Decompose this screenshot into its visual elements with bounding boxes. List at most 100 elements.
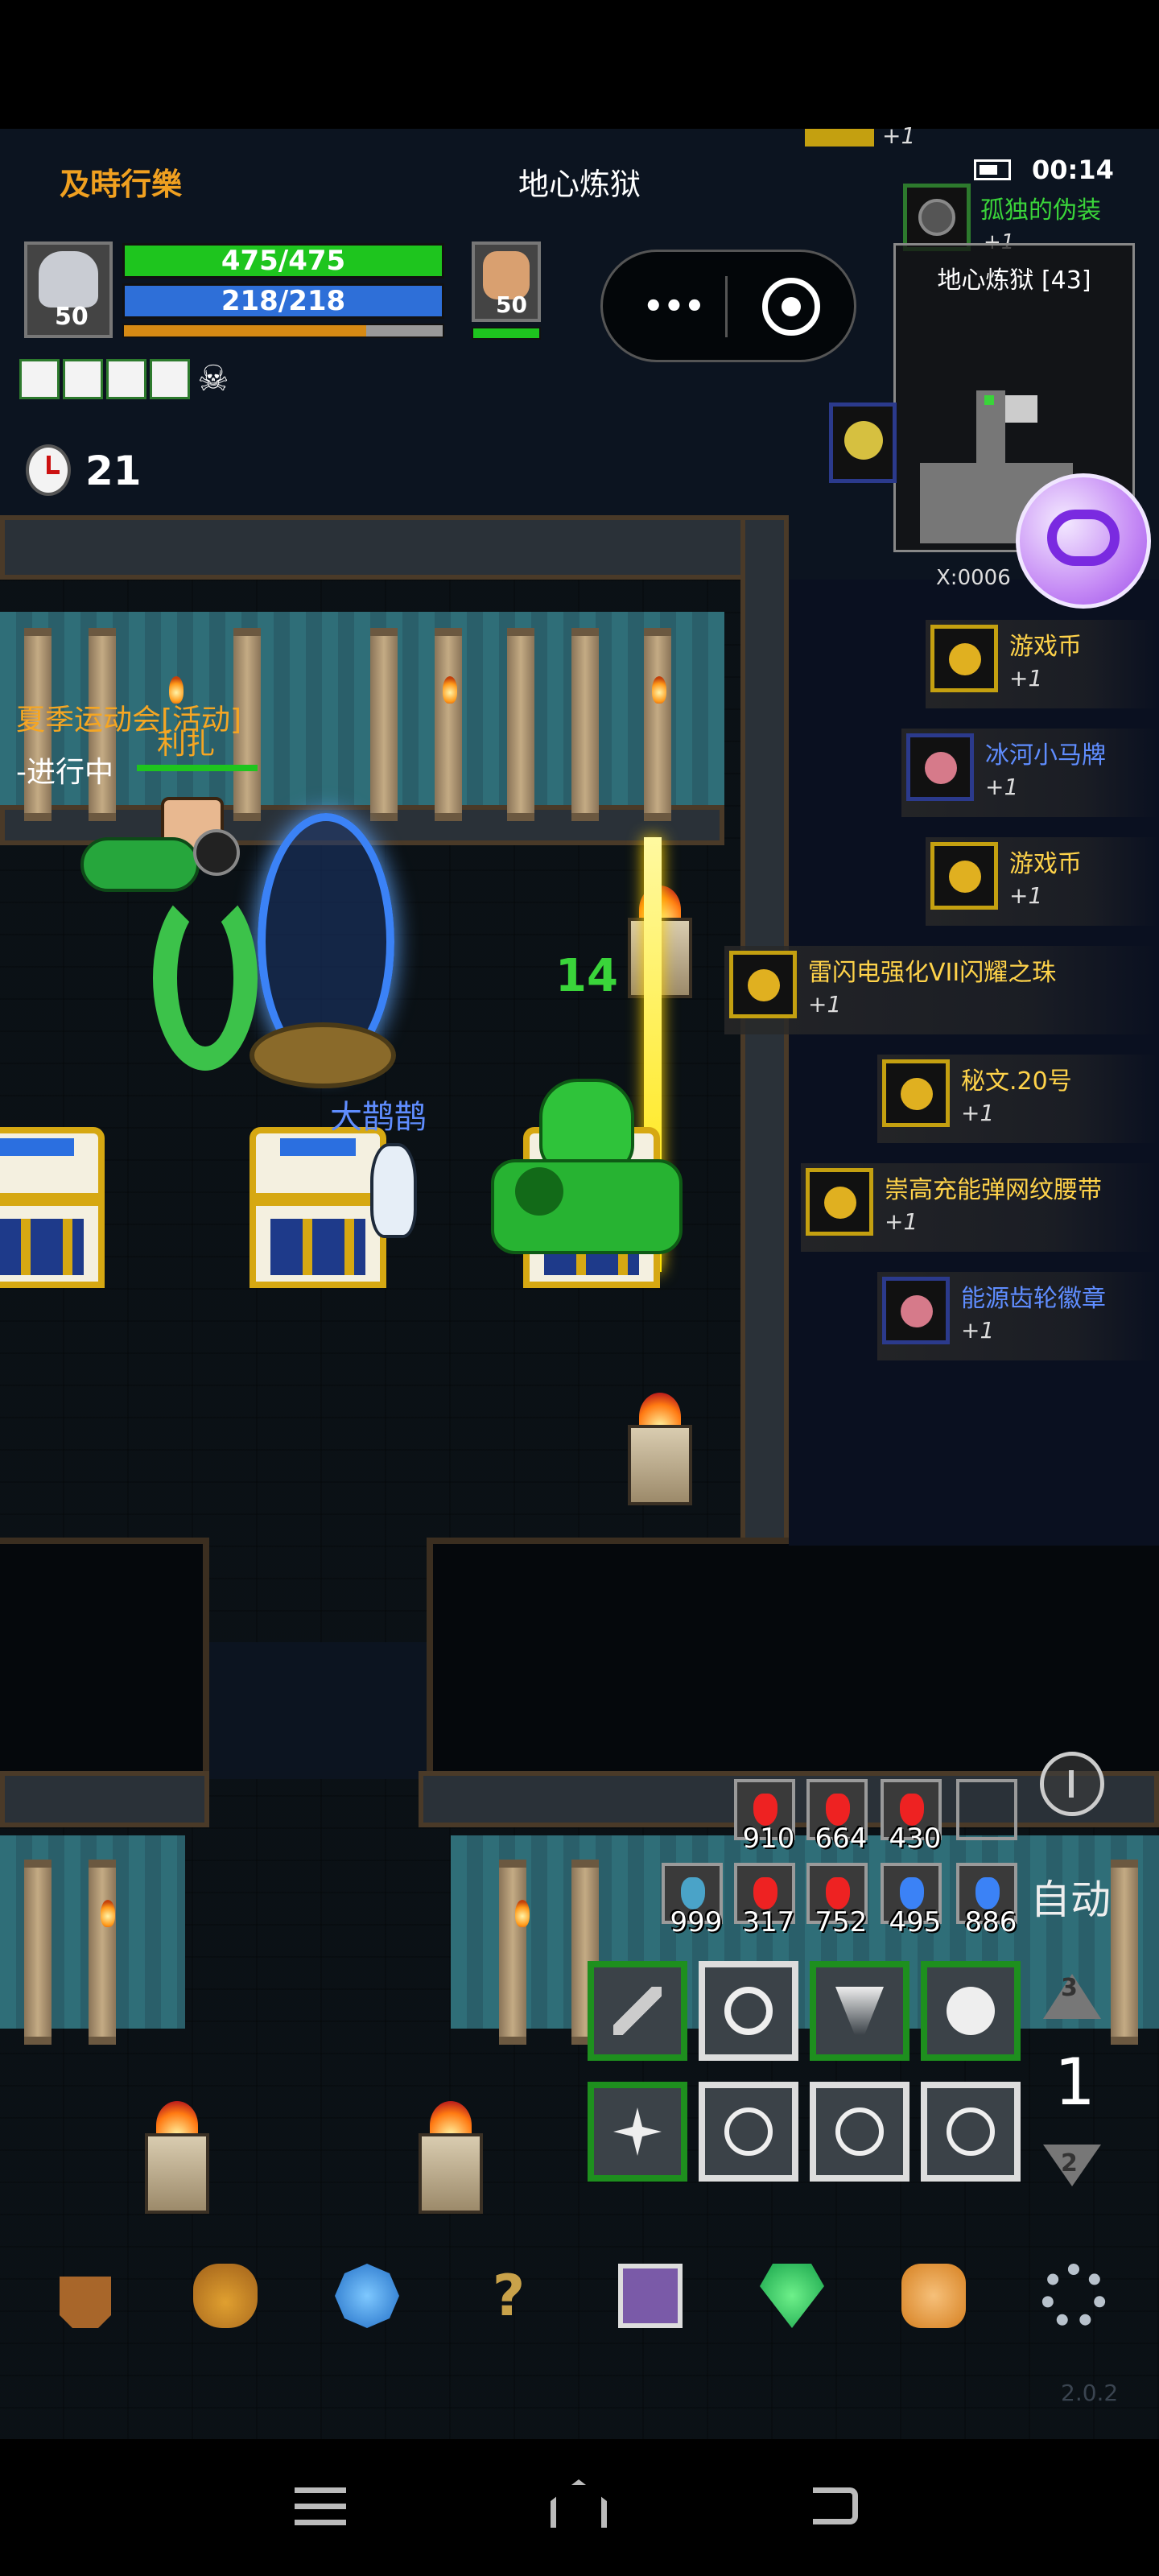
face-icon[interactable] (901, 2264, 966, 2328)
skill-orb[interactable] (921, 1961, 1021, 2061)
skillbook-icon[interactable] (618, 2264, 683, 2328)
pickup-name: 秘文.20号 (961, 1067, 1072, 1096)
belt-icon (806, 1168, 873, 1236)
potion-slot[interactable]: 999 (662, 1863, 723, 1938)
skull-buff-icon[interactable]: ☠ (193, 359, 233, 399)
damage-number: 14 (555, 950, 618, 1002)
player-character[interactable] (491, 1079, 683, 1264)
pet-name-label: 大鹊鹊 (330, 1099, 427, 1136)
location-title: 地心炼狱 (518, 167, 641, 202)
pillar (1111, 1860, 1138, 2045)
hp-bar: 475/475 (122, 243, 444, 279)
potion-count: 495 (889, 1906, 942, 1938)
pickup-name: 崇高充能弹网纹腰带 (885, 1176, 1102, 1204)
help-icon[interactable]: ? (476, 2264, 541, 2328)
pickup-count: +1 (961, 1317, 995, 1344)
skill-sword[interactable] (588, 1961, 687, 2061)
menu-icon[interactable] (290, 2475, 354, 2539)
skill-slot-empty[interactable] (699, 2082, 798, 2182)
xp-bar-fill (124, 325, 366, 336)
pickup-name: 雷闪电强化VII闪耀之珠 (808, 959, 1057, 987)
coin-icon (930, 842, 998, 910)
potion-count: 430 (889, 1823, 942, 1855)
pickup-count: +1 (985, 774, 1019, 800)
pickup-count: +1 (961, 1100, 995, 1126)
potion-icon (826, 1794, 850, 1826)
coin-icon (930, 625, 998, 692)
home-icon[interactable] (546, 2475, 610, 2539)
potion-icon (753, 1794, 777, 1826)
skill-burst[interactable] (588, 2082, 687, 2182)
mp-bar: 218/218 (122, 283, 444, 319)
potion-slot[interactable]: 317 (734, 1863, 795, 1938)
pillar (644, 628, 671, 821)
heart-buff-icon[interactable] (106, 359, 146, 399)
pillar (499, 1860, 526, 2045)
refresh-icon[interactable] (1040, 1752, 1104, 1816)
pillar (370, 628, 398, 821)
clock-time: 00:14 (1032, 155, 1114, 185)
skill-slot-empty[interactable] (921, 2082, 1021, 2182)
potion-icon (900, 1877, 924, 1909)
minimap-title: 地心炼狱 [43] (937, 266, 1091, 295)
potion-icon (826, 1877, 850, 1909)
gear-badge-icon (882, 1277, 950, 1344)
potion-slot[interactable]: 495 (881, 1863, 942, 1938)
skill-slot-empty[interactable] (810, 2082, 909, 2182)
pickup-item: 游戏币 +1 (926, 620, 1159, 708)
pickup-name: 游戏币 (1009, 633, 1082, 661)
quest-status: -进行中 (16, 756, 113, 789)
pickup-item: 游戏币 +1 (926, 837, 1159, 926)
skill-tornado[interactable] (810, 1961, 909, 2061)
blue-portal[interactable] (250, 813, 419, 1095)
pet-avatar[interactable]: 50 (472, 242, 541, 322)
mana-buff-icon[interactable] (150, 359, 190, 399)
penguin-pet[interactable] (370, 1143, 417, 1238)
gem-icon[interactable] (335, 2264, 399, 2328)
mp-text: 218/218 (221, 285, 346, 317)
potion-icon (975, 1877, 1000, 1909)
pickup-item: 冰河小马牌 +1 (901, 729, 1159, 817)
pet-level: 50 (496, 291, 527, 318)
empty-potion-slot[interactable] (956, 1779, 1017, 1840)
npc-snake-rider[interactable] (80, 797, 258, 1071)
pickup-item: 崇高充能弹网纹腰带 +1 (801, 1163, 1159, 1252)
loot-partial-count: +1 (882, 122, 916, 149)
skill-page-current: 1 (1054, 2045, 1095, 2120)
potion-slot[interactable]: 910 (734, 1779, 795, 1855)
close-miniprogram-icon[interactable] (762, 278, 820, 336)
potion-slot[interactable]: 886 (956, 1863, 1017, 1938)
treasure-chest[interactable] (0, 1127, 105, 1288)
auto-button[interactable]: 自动 (1030, 1868, 1111, 1926)
sword-buff-icon[interactable] (63, 359, 103, 399)
treasure-chest[interactable] (250, 1127, 386, 1288)
potion-slot[interactable]: 664 (806, 1779, 868, 1855)
minimap-coords: X:0006 (936, 566, 1011, 590)
potion-icon (753, 1877, 777, 1909)
pickup-item: 能源齿轮徽章 +1 (877, 1272, 1159, 1360)
wall-torch-icon (443, 676, 457, 704)
pickup-count: +1 (1009, 882, 1043, 909)
alarm-clock-icon (26, 444, 71, 496)
wall-torch-icon (101, 1900, 115, 1927)
fish-icon (681, 1877, 705, 1909)
dark-pit (0, 1538, 209, 1779)
battery-icon (974, 159, 1011, 180)
more-options-icon[interactable]: ••• (643, 291, 705, 323)
pickup-count: +1 (808, 991, 842, 1018)
wall-torch-icon (652, 676, 666, 704)
potion-slot[interactable]: 752 (806, 1863, 868, 1938)
top-loot-name: 孤独的伪装 (980, 196, 1101, 225)
shield-buff-icon[interactable] (19, 359, 60, 399)
floating-assistant-icon[interactable] (1016, 473, 1151, 609)
settings-icon[interactable] (1041, 2264, 1106, 2328)
bag-icon[interactable] (193, 2264, 258, 2328)
brazier (628, 1393, 692, 1505)
potion-slot[interactable]: 430 (881, 1779, 942, 1855)
potion-count: 752 (815, 1906, 868, 1938)
skill-gear[interactable] (699, 1961, 798, 2061)
right-wall (740, 515, 789, 1690)
back-icon[interactable] (805, 2475, 869, 2539)
potion-icon (900, 1794, 924, 1826)
player-avatar[interactable]: 50 (24, 242, 113, 338)
